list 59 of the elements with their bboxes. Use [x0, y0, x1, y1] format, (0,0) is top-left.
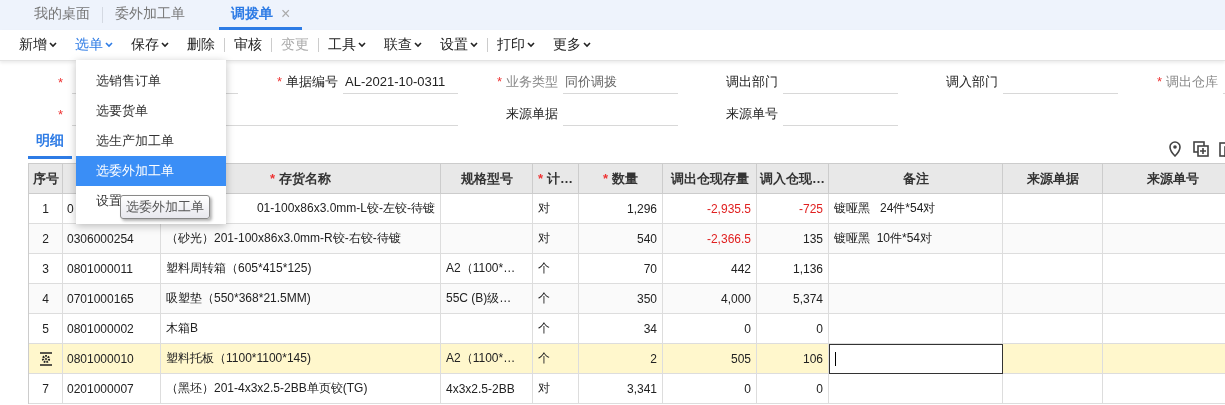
toolbar-button[interactable]: 打印: [488, 36, 544, 54]
note-input-field[interactable]: [829, 344, 1003, 374]
location-pin-icon[interactable]: [1167, 141, 1183, 157]
toolbar-button[interactable]: 选单: [66, 36, 122, 54]
column-header: 序号: [29, 164, 63, 194]
column-header: 规格型号: [441, 164, 533, 194]
caret-icon: [105, 42, 113, 48]
table-cell: 4x3x2.5-2BB: [441, 374, 533, 404]
toolbar-button[interactable]: 设置: [431, 36, 487, 54]
caret-icon: [527, 42, 535, 48]
caret-icon: [414, 42, 422, 48]
field-label: 来源单据: [505, 105, 558, 123]
gear-icon[interactable]: [38, 351, 53, 366]
row-number: 7: [29, 374, 63, 404]
caret-icon: [161, 42, 169, 48]
input-field[interactable]: 同价调拨: [563, 70, 678, 94]
table-cell: 0: [757, 374, 829, 404]
caret-icon: [49, 42, 57, 48]
table-cell: （黑坯）201-4x3x2.5-2BB单页铰(TG): [161, 374, 441, 404]
column-header: 调入仓现…: [757, 164, 829, 194]
column-header: 备注: [829, 164, 1003, 194]
page-tab[interactable]: 委外加工单: [103, 0, 197, 30]
table-cell: 0201000007: [63, 374, 161, 404]
page-tab[interactable]: 调拨单 ×: [219, 0, 303, 30]
caret-icon: [358, 42, 366, 48]
field-label: *: [58, 74, 65, 90]
copy-add-icon[interactable]: [1193, 141, 1209, 157]
tooltip: 选委外加工单: [120, 195, 210, 219]
toolbar-button[interactable]: 联查: [375, 36, 431, 54]
toolbar-button[interactable]: 更多: [544, 36, 600, 54]
field-label: 调入部门: [945, 73, 998, 91]
column-header: 来源单据: [1003, 164, 1103, 194]
caret-icon: [470, 42, 478, 48]
column-header: 来源单号: [1103, 164, 1225, 194]
page-tab[interactable]: 我的桌面: [22, 0, 102, 30]
toolbar-button[interactable]: 工具: [319, 36, 375, 54]
table-cell: 0: [663, 374, 757, 404]
field-label: *: [58, 106, 65, 122]
menu-item[interactable]: 选销售订单: [76, 66, 226, 96]
input-field[interactable]: AL-2021-10-0311: [343, 70, 458, 94]
menu-item[interactable]: 选要货单: [76, 96, 226, 126]
menu-item[interactable]: 选生产加工单: [76, 126, 226, 156]
column-header: * 计…: [533, 164, 579, 194]
text-cursor: [835, 352, 836, 366]
field-label: 调出部门: [725, 73, 778, 91]
column-header: * 数量: [579, 164, 663, 194]
detail-tab[interactable]: 明细: [28, 132, 72, 159]
toolbar-button[interactable]: 审核: [225, 36, 271, 54]
field-label: * 调出仓库: [1155, 73, 1218, 91]
toolbar-button[interactable]: 新增: [10, 36, 66, 54]
caret-icon: [583, 42, 591, 48]
column-header: 调出仓现存量: [663, 164, 757, 194]
table-cell: 对: [533, 374, 579, 404]
toolbar-button[interactable]: 保存: [122, 36, 178, 54]
field-label: * 业务类型: [495, 73, 558, 91]
field-label: * 单据编号: [275, 73, 338, 91]
toolbar-button[interactable]: 删除: [178, 36, 224, 54]
field-label: 来源单号: [725, 105, 778, 123]
table-cell: 3,341: [579, 374, 663, 404]
